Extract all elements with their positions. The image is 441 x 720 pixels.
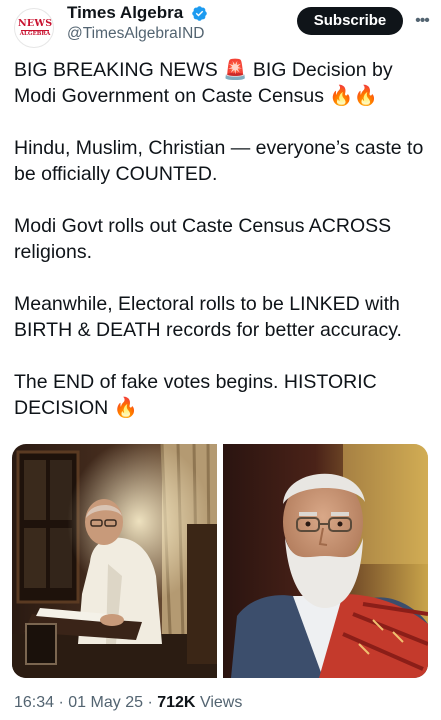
avatar-logo-text: NEWS xyxy=(18,18,53,29)
post-media xyxy=(12,444,428,678)
meta-separator: · xyxy=(147,694,158,711)
post-paragraph: The END of fake votes begins. HISTORIC D… xyxy=(14,371,377,419)
meta-separator: · xyxy=(58,694,69,711)
post-paragraph: Hindu, Muslim, Christian — everyone’s ca… xyxy=(14,137,424,185)
account-name[interactable]: Times Algebra xyxy=(67,3,183,23)
post-header: NEWS ALGEBRA Times Algebra @TimesAlgebra… xyxy=(0,0,441,50)
subscribe-button[interactable]: Subscribe xyxy=(297,7,403,35)
post-time[interactable]: 16:34 xyxy=(14,694,54,711)
avatar[interactable]: NEWS ALGEBRA xyxy=(14,8,54,48)
account-handle[interactable]: @TimesAlgebraIND xyxy=(67,25,204,43)
avatar-logo-subtext: ALGEBRA xyxy=(19,31,51,37)
post-text: BIG BREAKING NEWS 🚨 BIG Decision by Modi… xyxy=(14,57,434,447)
portrait-man-white-beard-glasses-photo[interactable] xyxy=(223,444,428,678)
post-paragraph: Meanwhile, Electoral rolls to be LINKED … xyxy=(14,293,402,341)
verified-badge-icon xyxy=(192,6,207,21)
post-paragraph: BIG BREAKING NEWS 🚨 BIG Decision by Modi… xyxy=(14,59,393,107)
views-count: 712K xyxy=(157,694,196,711)
views-label: Views xyxy=(199,694,243,711)
more-options-icon[interactable]: ••• xyxy=(409,9,435,33)
post-metadata: 16:34 · 01 May 25 · 712K Views xyxy=(14,694,242,712)
post-paragraph: Modi Govt rolls out Caste Census ACROSS … xyxy=(14,215,392,263)
man-reading-documents-at-desk-photo[interactable] xyxy=(12,444,217,678)
post-date[interactable]: 01 May 25 xyxy=(68,694,143,711)
